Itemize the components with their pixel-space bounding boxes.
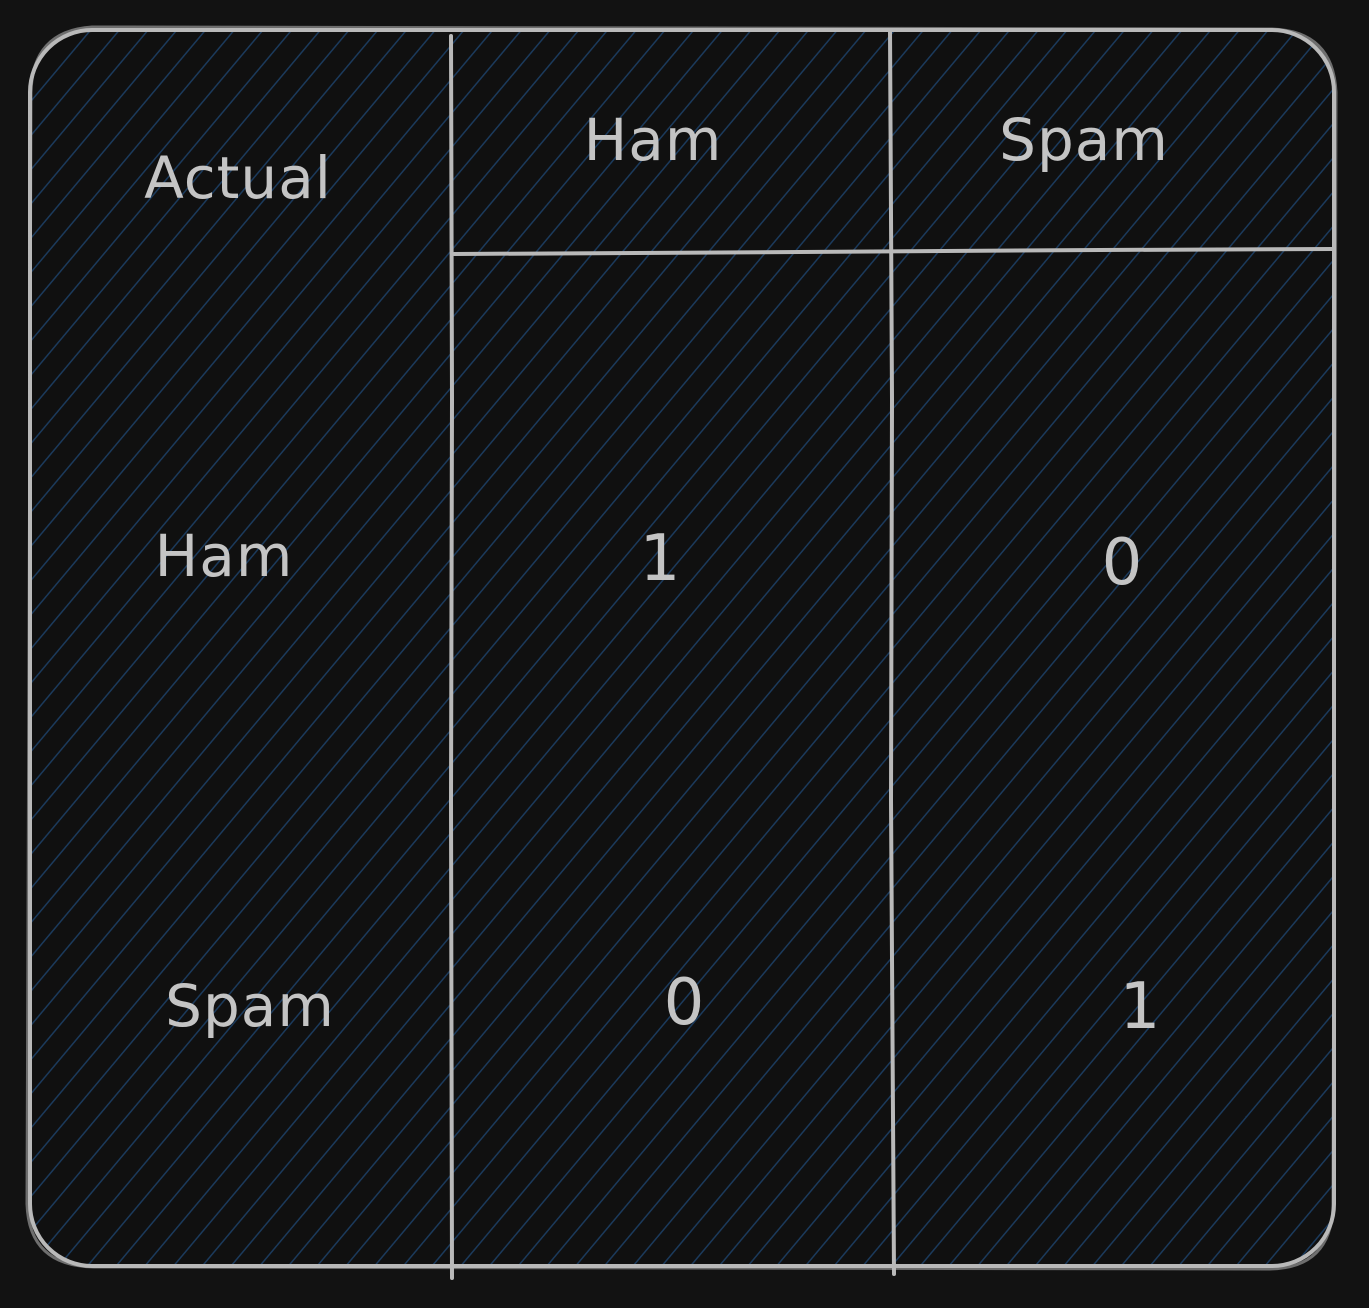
- column-header-spam: Spam: [999, 106, 1169, 174]
- cell-spam-ham: 0: [664, 966, 705, 1040]
- confusion-matrix-diagram: Actual Ham Spam Ham Spam 1 0 0 1: [25, 25, 1338, 1280]
- cell-ham-ham: 1: [640, 522, 681, 596]
- matrix-background: [30, 30, 1334, 1266]
- cell-spam-spam: 1: [1120, 970, 1161, 1044]
- vertical-divider-1: [449, 34, 454, 1280]
- row-label-ham: Ham: [155, 522, 294, 590]
- cell-ham-spam: 0: [1102, 526, 1143, 600]
- corner-label-actual: Actual: [144, 144, 332, 212]
- column-header-ham: Ham: [584, 106, 723, 174]
- row-label-spam: Spam: [165, 972, 335, 1040]
